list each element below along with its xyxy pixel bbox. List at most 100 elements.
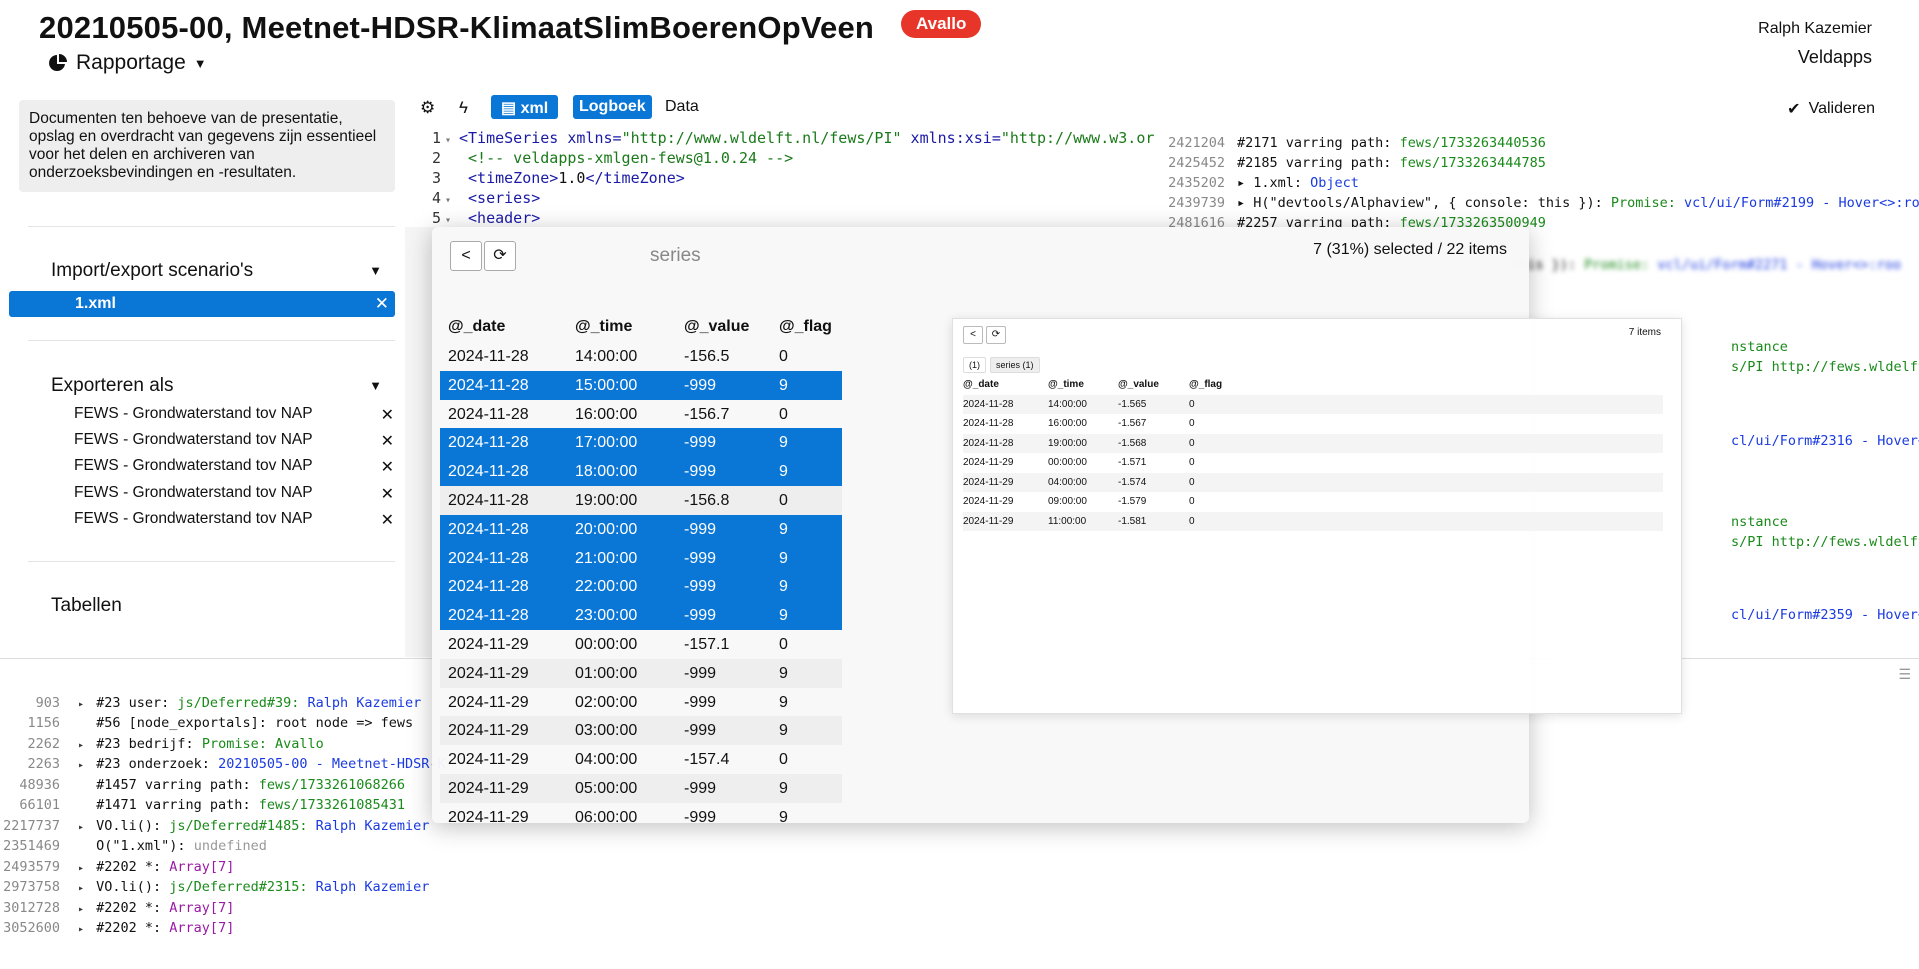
close-icon[interactable]: ✕ — [381, 484, 394, 504]
table-row[interactable]: 2024-11-28 20:00:00 -999 9 — [440, 514, 842, 544]
expand-arrow-icon[interactable]: ▸ — [78, 863, 88, 874]
console-line[interactable]: cl/ui/Form#2359 - Hover<>:roo — [1731, 607, 1919, 623]
export-item[interactable]: FEWS - Grondwaterstand tov NAP ✕ — [74, 405, 394, 431]
console-value[interactable]: Array[7] — [169, 920, 234, 936]
column-header[interactable]: @_flag — [1189, 379, 1222, 390]
menu-icon[interactable]: ☰ — [1898, 667, 1911, 683]
table-row[interactable]: 2024-11-29 04:00:00 -157.4 0 — [440, 745, 842, 774]
column-header[interactable]: @_time — [575, 318, 632, 336]
lightning-icon[interactable]: ϟ — [459, 98, 468, 118]
table-row[interactable]: 2024-11-29 00:00:00 -1.571 0 — [963, 453, 1663, 473]
table-row[interactable]: 2024-11-29 06:00:00 -999 9 — [440, 803, 842, 832]
console-value[interactable]: fews/1733261085431 — [259, 797, 405, 813]
caret-down-icon[interactable]: ▼ — [369, 378, 382, 393]
expand-arrow-icon[interactable]: ▸ — [78, 740, 88, 751]
series-data-panel[interactable]: < ⟳ series 7 (31%) selected / 22 items @… — [432, 227, 1682, 826]
console-line[interactable]: 2973758 ▸ VO.li(): js/Deferred#2315: Ralp… — [0, 879, 429, 899]
refresh-button[interactable]: ⟳ — [484, 241, 516, 271]
search-input[interactable]: series — [650, 245, 701, 267]
console-line[interactable]: 3052600 ▸ #2202 *: Array[7] — [0, 920, 234, 940]
console-value[interactable]: fews/1733261068266 — [259, 777, 405, 793]
table-row[interactable]: 2024-11-28 22:00:00 -999 9 — [440, 572, 842, 602]
console-value[interactable]: fews/1733263440536 — [1400, 135, 1546, 151]
console-line[interactable]: 2439739 ▸ H("devtools/Alphaview", { conso… — [1165, 195, 1919, 211]
console-line[interactable]: 2217737 ▸ VO.li(): js/Deferred#1485: Ralp… — [0, 818, 429, 838]
mini-table[interactable]: @_date @_time @_value @_flag 2024-11-28 1… — [963, 375, 1663, 531]
table-row[interactable]: 2024-11-29 11:00:00 -1.581 0 — [963, 511, 1663, 531]
expand-arrow-icon[interactable]: ▸ — [78, 883, 88, 894]
table-row[interactable]: 2024-11-28 17:00:00 -999 9 — [440, 428, 842, 458]
table-row[interactable]: 2024-11-29 09:00:00 -1.579 0 — [963, 492, 1663, 512]
tab-logboek[interactable]: Logboek — [573, 95, 652, 119]
console-value[interactable]: Object — [1310, 175, 1359, 191]
table-row[interactable]: 2024-11-29 05:00:00 -999 9 — [440, 773, 842, 803]
console-link[interactable]: cl/ui/Form#2359 - Hover<>:roo — [1731, 607, 1919, 623]
table-row[interactable]: 2024-11-28 23:00:00 -999 9 — [440, 601, 842, 630]
close-icon[interactable]: ✕ — [381, 510, 394, 530]
expand-arrow-icon[interactable]: ▸ — [78, 760, 88, 771]
export-item[interactable]: FEWS - Grondwaterstand tov NAP ✕ — [74, 431, 394, 457]
table-row[interactable]: 2024-11-29 03:00:00 -999 9 — [440, 716, 842, 746]
export-item[interactable]: FEWS - Grondwaterstand tov NAP ✕ — [74, 510, 394, 536]
column-header[interactable]: @_date — [963, 379, 999, 390]
close-icon[interactable]: ✕ — [375, 294, 389, 314]
section-tables-title[interactable]: Tabellen — [51, 595, 122, 617]
validate-button[interactable]: ✔ Valideren — [1787, 99, 1875, 119]
user-name[interactable]: Ralph Kazemier — [1758, 20, 1872, 38]
table-row[interactable]: 2024-11-28 16:00:00 -156.7 0 — [440, 400, 842, 429]
table-row[interactable]: 2024-11-29 00:00:00 -157.1 0 — [440, 630, 842, 659]
table-row[interactable]: 2024-11-28 14:00:00 -156.5 0 — [440, 342, 842, 371]
column-header[interactable]: @_date — [448, 318, 505, 336]
console-value[interactable]: Array[7] — [169, 900, 234, 916]
console-link[interactable]: Ralph Kazemier — [316, 818, 430, 834]
tab-root[interactable]: (1) — [963, 357, 986, 373]
export-item[interactable]: FEWS - Grondwaterstand tov NAP ✕ — [74, 457, 394, 483]
table-row[interactable]: 2024-11-28 18:00:00 -999 9 — [440, 457, 842, 486]
nested-preview-panel[interactable]: < ⟳ 7 items (1) series (1) @_date @_time… — [952, 318, 1682, 714]
console-link[interactable]: Ralph Kazemier — [316, 879, 430, 895]
fold-icon[interactable]: ▾ — [445, 135, 459, 146]
selected-file-item[interactable]: 1.xml ✕ — [9, 291, 395, 317]
console-line[interactable]: 2493579 ▸ #2202 *: Array[7] — [0, 859, 234, 879]
expand-arrow-icon[interactable]: ▸ — [78, 924, 88, 935]
code-area[interactable]: 1 ▾ <TimeSeries xmlns="http://www.wldelft.… — [405, 127, 1165, 227]
table-row[interactable]: 2024-11-28 21:00:00 -999 9 — [440, 543, 842, 573]
caret-down-icon[interactable]: ▼ — [369, 263, 382, 278]
column-header[interactable]: @_value — [684, 318, 749, 336]
back-button[interactable]: < — [450, 241, 482, 271]
console-line[interactable]: 2263 ▸ #23 onderzoek: 20210505-00 - Meetn… — [0, 756, 446, 776]
table-row[interactable]: 2024-11-29 02:00:00 -999 9 — [440, 688, 842, 717]
console-link[interactable]: Ralph Kazemier — [307, 695, 421, 711]
rapportage-menu[interactable]: Rapportage ▼ — [48, 51, 207, 75]
console-link[interactable]: 20210505-00 - Meetnet-HDSR-K — [218, 756, 446, 772]
console-link[interactable]: vcl/ui/Form#2271 - Hover<>:roo — [1657, 257, 1901, 273]
section-export-title[interactable]: Exporteren als — [51, 375, 174, 397]
close-icon[interactable]: ✕ — [381, 405, 394, 425]
gear-icon[interactable]: ⚙ — [420, 98, 435, 118]
column-header[interactable]: @_time — [1048, 379, 1084, 390]
console-line[interactable]: 3012728 ▸ #2202 *: Array[7] — [0, 900, 234, 920]
console-link[interactable]: vcl/ui/Form#2199 - Hover<>:roo — [1684, 195, 1919, 211]
section-import-title[interactable]: Import/export scenario's — [51, 260, 253, 282]
console-line[interactable]: cl/ui/Form#2316 - Hover<>:roo — [1731, 433, 1919, 449]
expand-arrow-icon[interactable]: ▸ — [78, 699, 88, 710]
console-value[interactable]: fews/1733263444785 — [1400, 155, 1546, 171]
column-header[interactable]: @_flag — [779, 318, 832, 336]
fold-icon[interactable]: ▾ — [445, 215, 459, 226]
table-row[interactable]: 2024-11-28 14:00:00 -1.565 0 — [963, 394, 1663, 414]
console-link[interactable]: cl/ui/Form#2316 - Hover<>:roo — [1731, 433, 1919, 449]
table-row[interactable]: 2024-11-28 19:00:00 -1.568 0 — [963, 433, 1663, 453]
column-header[interactable]: @_value — [1118, 379, 1159, 390]
table-row[interactable]: 2024-11-28 15:00:00 -999 9 — [440, 370, 842, 400]
expand-arrow-icon[interactable]: ▸ — [78, 822, 88, 833]
export-item[interactable]: FEWS - Grondwaterstand tov NAP ✕ — [74, 484, 394, 510]
table-row[interactable]: 2024-11-29 04:00:00 -1.574 0 — [963, 472, 1663, 492]
company-badge[interactable]: Avallo — [901, 10, 982, 38]
close-icon[interactable]: ✕ — [381, 431, 394, 451]
close-icon[interactable]: ✕ — [381, 457, 394, 477]
console-line[interactable]: 2262 ▸ #23 bedrijf: Promise: Avallo — [0, 736, 323, 756]
console-line[interactable]: 2435202 ▸ 1.xml: Object — [1165, 175, 1359, 191]
table-row[interactable]: 2024-11-29 01:00:00 -999 9 — [440, 658, 842, 688]
console-line[interactable]: 903 ▸ #23 user: js/Deferred#39: Ralph Kaz… — [0, 695, 422, 715]
fold-icon[interactable]: ▾ — [445, 195, 459, 206]
